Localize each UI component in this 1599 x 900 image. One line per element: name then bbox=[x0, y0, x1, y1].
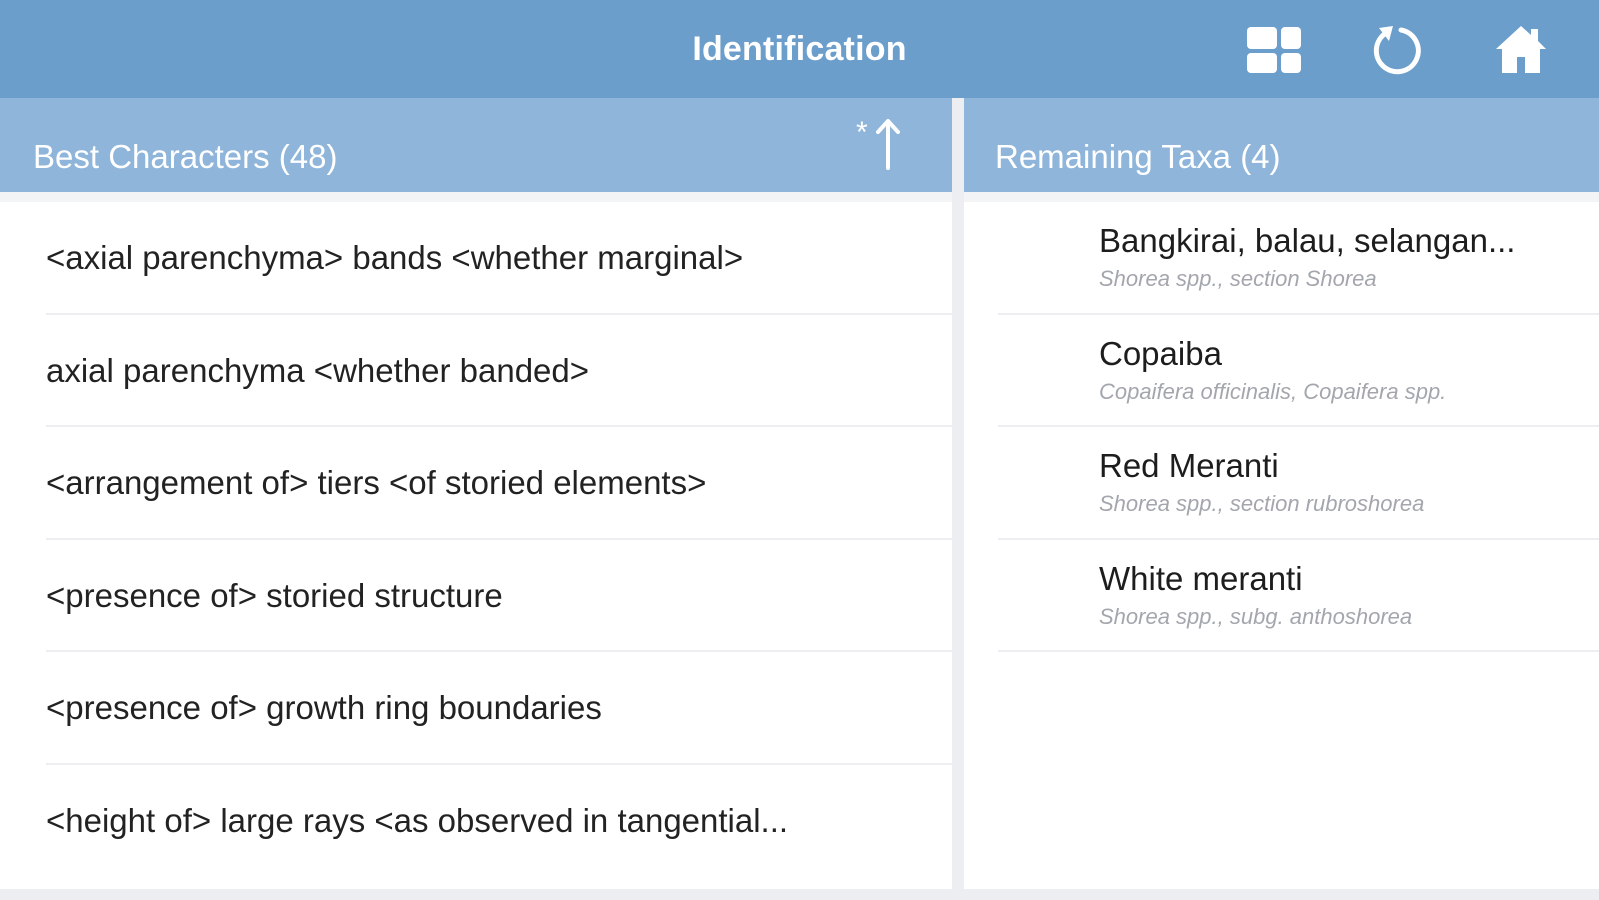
taxon-scientific-name: Shorea spp., section rubroshorea bbox=[1099, 491, 1425, 516]
taxon-scientific-name: Copaifera officinalis, Copaifera spp. bbox=[1099, 378, 1447, 404]
best-characters-header: Best Characters (48) * bbox=[0, 98, 952, 192]
taxon-scientific-name: Shorea spp., subg. anthoshorea bbox=[1099, 603, 1413, 629]
character-label: <axial parenchyma> bands <whether margin… bbox=[46, 239, 744, 276]
list-item[interactable]: Red Meranti Shorea spp., section rubrosh… bbox=[964, 427, 1599, 540]
panel-divider bbox=[952, 98, 964, 889]
header-spacer bbox=[964, 192, 1599, 202]
list-item[interactable]: White meranti Shorea spp., subg. anthosh… bbox=[964, 540, 1599, 652]
grid-icon[interactable] bbox=[1246, 22, 1302, 78]
list-item[interactable]: Bangkirai, balau, selangan... Shorea spp… bbox=[964, 202, 1599, 315]
taxon-name: Copaiba bbox=[1099, 334, 1222, 372]
list-item[interactable]: <arrangement of> tiers <of storied eleme… bbox=[0, 427, 952, 540]
page-title: Identification bbox=[692, 30, 907, 68]
sort-arrow-up-icon bbox=[876, 119, 900, 170]
bottom-edge bbox=[0, 889, 1599, 900]
remaining-taxa-panel: Remaining Taxa (4) Bangkirai, balau, sel… bbox=[964, 98, 1599, 889]
taxon-scientific-name: Shorea spp., section Shorea bbox=[1099, 266, 1377, 291]
remaining-taxa-header: Remaining Taxa (4) bbox=[964, 98, 1599, 192]
list-item[interactable]: <height of> large rays <as observed in t… bbox=[0, 765, 952, 878]
list-item[interactable]: <axial parenchyma> bands <whether margin… bbox=[0, 202, 952, 315]
remaining-taxa-list: Bangkirai, balau, selangan... Shorea spp… bbox=[964, 202, 1599, 652]
list-item[interactable]: <presence of> growth ring boundaries bbox=[0, 652, 952, 765]
taxon-name: Red Meranti bbox=[1099, 447, 1279, 484]
character-label: <presence of> storied structure bbox=[46, 576, 503, 614]
sort-button[interactable]: * bbox=[848, 116, 912, 174]
sort-star-icon: * bbox=[856, 116, 868, 149]
list-item[interactable]: <presence of> storied structure bbox=[0, 540, 952, 652]
best-characters-list: <axial parenchyma> bands <whether margin… bbox=[0, 202, 952, 877]
list-item[interactable]: axial parenchyma <whether banded> bbox=[0, 315, 952, 427]
header-spacer bbox=[0, 192, 952, 202]
navigation-bar: Identification bbox=[0, 0, 1599, 98]
character-label: <height of> large rays <as observed in t… bbox=[46, 801, 789, 839]
remaining-taxa-title: Remaining Taxa (4) bbox=[995, 138, 1281, 175]
home-icon[interactable] bbox=[1493, 22, 1549, 78]
character-label: <arrangement of> tiers <of storied eleme… bbox=[46, 464, 707, 501]
refresh-icon[interactable] bbox=[1369, 22, 1425, 78]
app-window: Identification Best Characters (48) * <a… bbox=[0, 0, 1599, 900]
taxon-name: White meranti bbox=[1099, 559, 1303, 597]
row-separator bbox=[998, 650, 1599, 652]
character-label: <presence of> growth ring boundaries bbox=[46, 689, 602, 726]
best-characters-panel: Best Characters (48) * <axial parenchyma… bbox=[0, 98, 952, 889]
list-item[interactable]: Copaiba Copaifera officinalis, Copaifera… bbox=[964, 315, 1599, 427]
best-characters-title: Best Characters (48) bbox=[33, 138, 338, 175]
taxon-name: Bangkirai, balau, selangan... bbox=[1099, 222, 1516, 259]
character-label: axial parenchyma <whether banded> bbox=[46, 351, 590, 389]
